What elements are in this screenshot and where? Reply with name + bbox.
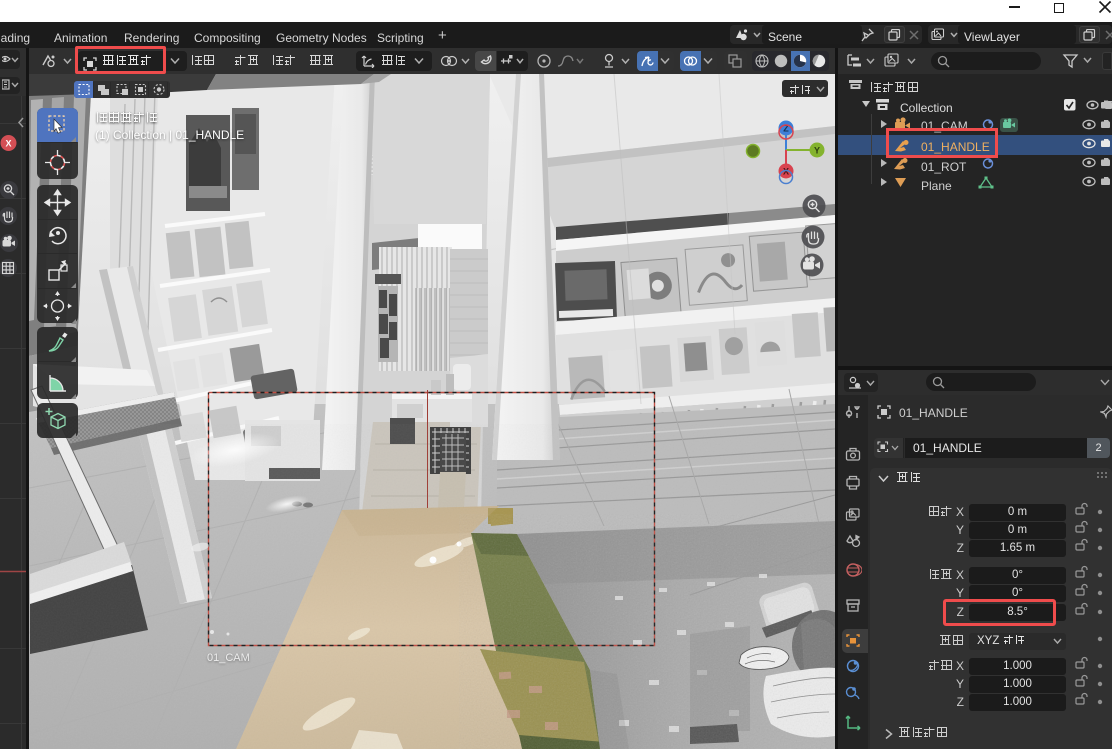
- svg-text:Y: Y: [814, 146, 820, 156]
- svg-text:X: X: [5, 139, 11, 149]
